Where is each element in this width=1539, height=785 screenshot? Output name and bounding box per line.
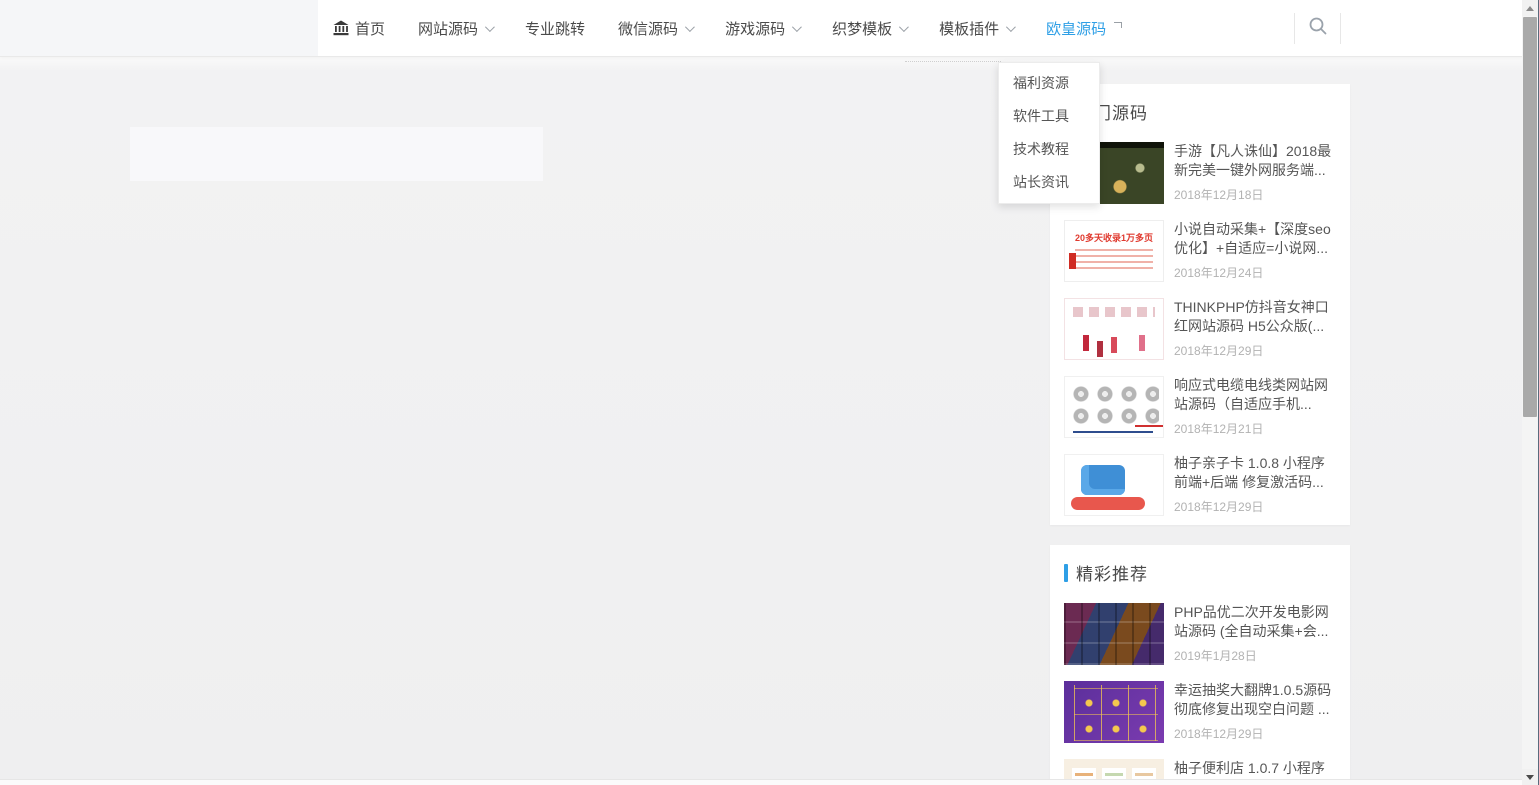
section-title: 精彩推荐 [1076, 560, 1148, 585]
nav-item-2[interactable]: 专业跳转 [525, 18, 585, 39]
item-title[interactable]: 幸运抽奖大翻牌1.0.5源码 彻底修复出现空白问题 ... [1174, 681, 1336, 719]
nav-item-label: 专业跳转 [525, 18, 585, 39]
faint-dotted-line [905, 61, 1001, 62]
chevron-down-icon [899, 22, 909, 32]
chevron-open-icon [1114, 22, 1122, 28]
item-thumbnail[interactable] [1064, 376, 1164, 438]
logo-placeholder [0, 0, 318, 56]
item-title[interactable]: 手游【凡人诛仙】2018最新完美一键外网服务端... [1174, 142, 1336, 180]
dropdown-item-3[interactable]: 站长资讯 [999, 166, 1099, 199]
chevron-down-icon [685, 22, 695, 32]
scroll-down-button[interactable] [1522, 769, 1538, 785]
search-button[interactable] [1294, 13, 1341, 44]
dropdown-item-1[interactable]: 软件工具 [999, 100, 1099, 133]
item-thumbnail[interactable]: 20多天收录1万多页 [1064, 220, 1164, 282]
list-item: PHP品优二次开发电影网站源码 (全自动采集+会... 2019年1月28日 [1064, 603, 1336, 665]
item-meta: PHP品优二次开发电影网站源码 (全自动采集+会... 2019年1月28日 [1174, 603, 1336, 665]
item-title[interactable]: 小说自动采集+【深度seo优化】+自适应=小说网... [1174, 220, 1336, 258]
nav-item-label: 欧皇源码 [1046, 18, 1106, 39]
nav-item-1[interactable]: 网站源码 [418, 18, 492, 39]
nav-item-0[interactable]: 首页 [332, 18, 385, 39]
section-accent-bar [1064, 564, 1068, 582]
item-meta: 响应式电缆电线类网站网站源码（自适应手机... 2018年12月21日 [1174, 376, 1336, 438]
item-date: 2018年12月29日 [1174, 342, 1336, 359]
item-meta: 小说自动采集+【深度seo优化】+自适应=小说网... 2018年12月24日 [1174, 220, 1336, 282]
scrollbar-thumb[interactable] [1523, 17, 1537, 417]
item-meta: 柚子亲子卡 1.0.8 小程序前端+后端 修复激活码... 2018年12月29日 [1174, 454, 1336, 516]
item-title[interactable]: 响应式电缆电线类网站网站源码（自适应手机... [1174, 376, 1336, 414]
nav-item-4[interactable]: 游戏源码 [725, 18, 799, 39]
chevron-down-icon [792, 22, 802, 32]
item-thumbnail[interactable] [1064, 298, 1164, 360]
main-nav: 首页 网站源码 专业跳转 微信源码 游戏源码 织梦模板 模板插件 欧皇源码 [332, 0, 1122, 56]
section-header: 热门源码 [1064, 99, 1336, 124]
unloaded-content-placeholder [130, 127, 543, 181]
item-thumbnail[interactable] [1064, 603, 1164, 665]
section-header: 精彩推荐 [1064, 560, 1336, 585]
thumbnail-text: 20多天收录1万多页 [1065, 231, 1163, 244]
item-meta: 幸运抽奖大翻牌1.0.5源码 彻底修复出现空白问题 ... 2018年12月29日 [1174, 681, 1336, 743]
list-item: 20多天收录1万多页小说自动采集+【深度seo优化】+自适应=小说网... 201… [1064, 220, 1336, 282]
chevron-down-icon [1006, 22, 1016, 32]
nav-item-label: 网站源码 [418, 18, 478, 39]
dropdown-item-0[interactable]: 福利资源 [999, 67, 1099, 100]
item-meta: 手游【凡人诛仙】2018最新完美一键外网服务端... 2018年12月18日 [1174, 142, 1336, 204]
search-icon [1308, 16, 1328, 41]
nav-item-label: 首页 [355, 18, 385, 39]
list-item: 幸运抽奖大翻牌1.0.5源码 彻底修复出现空白问题 ... 2018年12月29日 [1064, 681, 1336, 743]
nav-item-label: 微信源码 [618, 18, 678, 39]
nav-item-5[interactable]: 织梦模板 [832, 18, 906, 39]
nav-item-label: 模板插件 [939, 18, 999, 39]
item-title[interactable]: PHP品优二次开发电影网站源码 (全自动采集+会... [1174, 603, 1336, 641]
item-title[interactable]: 柚子亲子卡 1.0.8 小程序前端+后端 修复激活码... [1174, 454, 1336, 492]
browser-scrollbar[interactable] [1522, 0, 1538, 785]
arrow-down-icon [1526, 775, 1534, 780]
item-title[interactable]: THINKPHP仿抖音女神口红网站源码 H5公众版(... [1174, 298, 1336, 336]
item-meta: THINKPHP仿抖音女神口红网站源码 H5公众版(... 2018年12月29日 [1174, 298, 1336, 360]
sidebar-card-recommended: 精彩推荐 PHP品优二次开发电影网站源码 (全自动采集+会... 2019年1月28… [1050, 545, 1350, 785]
nav-item-3[interactable]: 微信源码 [618, 18, 692, 39]
list-item: 柚子亲子卡 1.0.8 小程序前端+后端 修复激活码... 2018年12月29日 [1064, 454, 1336, 516]
list-item: THINKPHP仿抖音女神口红网站源码 H5公众版(... 2018年12月29日 [1064, 298, 1336, 360]
item-date: 2019年1月28日 [1174, 647, 1336, 664]
item-thumbnail[interactable] [1064, 454, 1164, 516]
arrow-up-icon [1526, 6, 1534, 11]
nav-item-label: 织梦模板 [832, 18, 892, 39]
list-item: 响应式电缆电线类网站网站源码（自适应手机... 2018年12月21日 [1064, 376, 1336, 438]
list-item: 手游【凡人诛仙】2018最新完美一键外网服务端... 2018年12月18日 [1064, 142, 1336, 204]
nav-item-label: 游戏源码 [725, 18, 785, 39]
item-date: 2018年12月18日 [1174, 186, 1336, 203]
item-date: 2018年12月29日 [1174, 498, 1336, 515]
item-thumbnail[interactable] [1064, 681, 1164, 743]
item-date: 2018年12月21日 [1174, 420, 1336, 437]
chevron-down-icon [485, 22, 495, 32]
nav-item-7[interactable]: 欧皇源码 [1046, 18, 1122, 39]
item-date: 2018年12月24日 [1174, 264, 1336, 281]
scroll-up-button[interactable] [1522, 0, 1538, 16]
bank-icon [332, 19, 350, 37]
dropdown-menu: 福利资源软件工具技术教程站长资讯 [998, 62, 1100, 204]
top-nav-bar: 首页 网站源码 专业跳转 微信源码 游戏源码 织梦模板 模板插件 欧皇源码 [0, 0, 1539, 57]
nav-item-6[interactable]: 模板插件 [939, 18, 1013, 39]
dropdown-item-2[interactable]: 技术教程 [999, 133, 1099, 166]
item-date: 2018年12月29日 [1174, 725, 1336, 742]
bottom-strip [0, 779, 1522, 785]
